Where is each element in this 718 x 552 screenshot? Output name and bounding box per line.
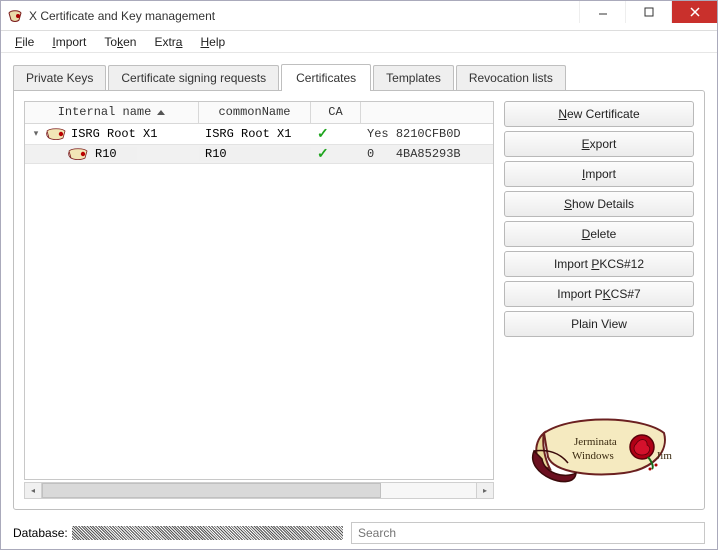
maximize-icon <box>644 7 654 17</box>
import-button[interactable]: Import <box>504 161 694 187</box>
column-ca[interactable]: CA <box>311 102 361 123</box>
database-field: Database: <box>13 526 343 540</box>
window-controls <box>579 1 717 23</box>
check-icon: ✓ <box>317 126 329 143</box>
menu-file[interactable]: File <box>7 33 42 51</box>
column-internal-name[interactable]: Internal name <box>25 102 199 123</box>
tabpanel-certificates: Internal name commonName CA ▾ ISRG Root … <box>13 90 705 510</box>
minimize-icon <box>598 7 608 17</box>
window-title: X Certificate and Key management <box>29 9 215 23</box>
svg-text:Jerminata: Jerminata <box>574 436 617 448</box>
certificate-icon <box>45 127 67 141</box>
database-label: Database: <box>13 526 68 540</box>
search-input[interactable] <box>351 522 705 544</box>
scroll-track[interactable] <box>42 483 476 498</box>
certificate-tree-pane: Internal name commonName CA ▾ ISRG Root … <box>24 101 494 499</box>
tree-header: Internal name commonName CA <box>25 102 493 124</box>
plain-view-button[interactable]: Plain View <box>504 311 694 337</box>
show-details-button[interactable]: Show Details <box>504 191 694 217</box>
import-pkcs7-button[interactable]: Import PKCS#7 <box>504 281 694 307</box>
tab-revocation[interactable]: Revocation lists <box>456 65 566 90</box>
app-icon <box>7 8 23 24</box>
menubar: File Import Token Extra Help <box>1 31 717 53</box>
minimize-button[interactable] <box>579 1 625 23</box>
tab-templates[interactable]: Templates <box>373 65 454 90</box>
cert-name: R10 <box>93 147 137 161</box>
expand-toggle-icon[interactable]: ▾ <box>31 129 41 139</box>
action-buttons: New Certificate Export Import Show Detai… <box>504 101 694 499</box>
scroll-left-icon[interactable]: ◂ <box>25 483 42 498</box>
column-common-name[interactable]: commonName <box>199 102 311 123</box>
statusbar: Database: <box>1 518 717 552</box>
tab-csr[interactable]: Certificate signing requests <box>108 65 279 90</box>
tab-private-keys[interactable]: Private Keys <box>13 65 106 90</box>
new-certificate-button[interactable]: New Certificate <box>504 101 694 127</box>
database-path <box>72 526 343 540</box>
horizontal-scrollbar[interactable]: ◂ ▸ <box>24 482 494 499</box>
table-row[interactable]: R10 R10 ✓ 0 4BA85293B <box>25 144 493 164</box>
tab-certificates[interactable]: Certificates <box>281 64 371 91</box>
cert-cn: ISRG Root X1 <box>199 127 311 141</box>
export-button[interactable]: Export <box>504 131 694 157</box>
cert-name: ISRG Root X1 <box>71 127 157 141</box>
maximize-button[interactable] <box>625 1 671 23</box>
titlebar: X Certificate and Key management <box>1 1 717 31</box>
table-row[interactable]: ▾ ISRG Root X1 ISRG Root X1 ✓ Yes 8210CF… <box>25 124 493 144</box>
menu-extra[interactable]: Extra <box>146 33 190 51</box>
menu-import[interactable]: Import <box>44 33 94 51</box>
check-icon: ✓ <box>317 146 329 163</box>
xca-logo: Jerminata Windows Jim <box>504 341 694 499</box>
menu-token[interactable]: Token <box>96 33 144 51</box>
sort-asc-icon <box>157 110 165 115</box>
tabs: Private Keys Certificate signing request… <box>13 63 705 90</box>
scroll-thumb[interactable] <box>42 483 381 498</box>
close-button[interactable] <box>671 1 717 23</box>
certificate-tree[interactable]: Internal name commonName CA ▾ ISRG Root … <box>24 101 494 480</box>
menu-help[interactable]: Help <box>192 33 233 51</box>
svg-text:Jim: Jim <box>656 450 672 462</box>
svg-text:Windows: Windows <box>572 450 614 462</box>
close-icon <box>690 7 700 17</box>
delete-button[interactable]: Delete <box>504 221 694 247</box>
scroll-right-icon[interactable]: ▸ <box>476 483 493 498</box>
certificate-icon <box>67 147 89 161</box>
cert-cn: R10 <box>199 147 311 161</box>
cert-ca: ✓ <box>311 146 361 163</box>
cert-ca: ✓ <box>311 126 361 143</box>
import-pkcs12-button[interactable]: Import PKCS#12 <box>504 251 694 277</box>
